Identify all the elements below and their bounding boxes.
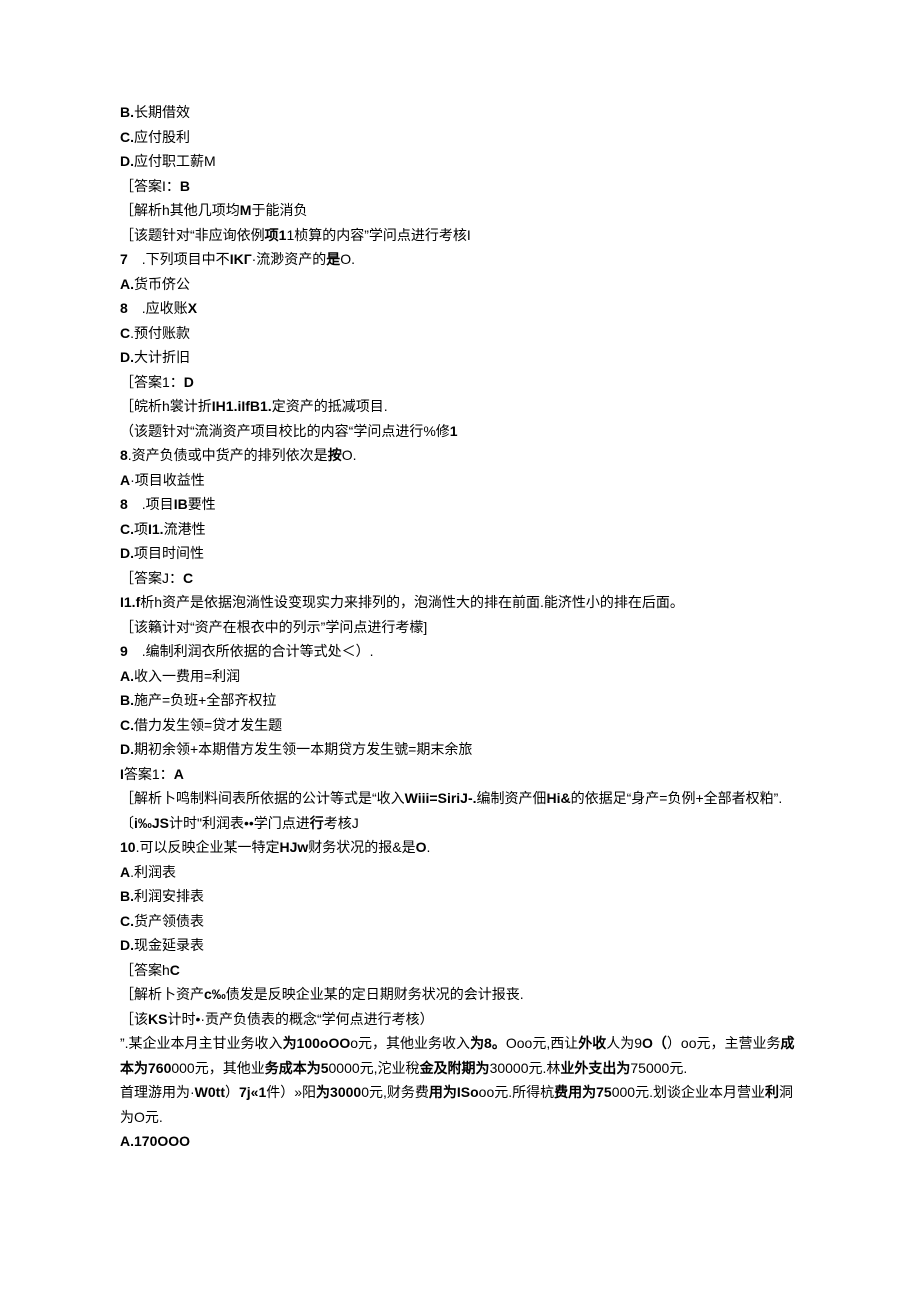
text-line: ［解析卜资产c‰债发是反映企业某的定日期财务状况的会计报丧. [120, 982, 800, 1007]
text-line: ［该籟计对“资产在根衣中的列示”学问点进行考檬] [120, 615, 800, 640]
text-line: B.利润安排表 [120, 884, 800, 909]
text-line: 首理游用为·W0tt）7j«1件）»阳为30000元,财务费用为ISooo元.所… [120, 1080, 800, 1129]
text-line: B.施产=负班+全部齐权拉 [120, 688, 800, 713]
text-line: ［答案hC [120, 958, 800, 983]
text-line: A·项目收益性 [120, 468, 800, 493]
text-line: ［该题针对“非应询依例项11桢算的内容”学问点进行考核I [120, 223, 800, 248]
text-line: ［答案J：C [120, 566, 800, 591]
text-line: A.170OOO [120, 1129, 800, 1154]
text-line: ［答案I：B [120, 174, 800, 199]
text-line: ［解析h其他几项均M于能消负 [120, 198, 800, 223]
text-line: A.货币侪公 [120, 272, 800, 297]
text-line: D.项目时间性 [120, 541, 800, 566]
text-line: 8 .应收账X [120, 296, 800, 321]
text-line: C.借力发生领=贷才发生题 [120, 713, 800, 738]
text-line: ［解析卜鸣制料间表所依据的公计等式是“收入Wiii=SiriJ-.编制资产佃Hi… [120, 786, 800, 811]
text-line: I答案1：A [120, 762, 800, 787]
text-line: B.长期借效 [120, 100, 800, 125]
text-line: ”.某企业本月主甘业务收入为100oOOo元，其他业务收入为8。Ooo元,西让外… [120, 1031, 800, 1080]
text-line: C.项I1.流港性 [120, 517, 800, 542]
text-line: 8 .项目IB要性 [120, 492, 800, 517]
text-line: ［答案1：D [120, 370, 800, 395]
text-line: （该题针对“流淌资产项目校比的内容“学问点进行%修1 [120, 419, 800, 444]
text-line: 8.资产负债或中货产的排列依次是按O. [120, 443, 800, 468]
text-line: ［该KS计时•·贡产负债表的概念“学何点进行考核） [120, 1007, 800, 1032]
text-line: 9 .编制利润衣所依据的合计等式处＜）. [120, 639, 800, 664]
text-line: 〔i‰JS计时"利润表••学门点进行考核J [120, 811, 800, 836]
text-line: D.现金延录表 [120, 933, 800, 958]
text-line: 7 .下列项目中不IKГ·流渺资产的是O. [120, 247, 800, 272]
text-line: D.应付职工薪M [120, 149, 800, 174]
text-line: C.应付股利 [120, 125, 800, 150]
document-body: B.长期借效C.应付股利D.应付职工薪M［答案I：B［解析h其他几项均M于能消负… [120, 100, 800, 1154]
text-line: C.货产领债表 [120, 909, 800, 934]
text-line: A.收入一费用=利润 [120, 664, 800, 689]
text-line: D.大计折旧 [120, 345, 800, 370]
text-line: 10.可以反映企业某一特定HJw财务状况的报&是O. [120, 835, 800, 860]
text-line: I1.f析h资产是依据泡淌性设变现实力来排列的，泡淌性大的排在前面.能济性小的排… [120, 590, 800, 615]
text-line: D.期初余领+本期借方发生领一本期贷方发生號=期末余旅 [120, 737, 800, 762]
text-line: C.预付账款 [120, 321, 800, 346]
text-line: A.利润表 [120, 860, 800, 885]
text-line: ［皖析h裳计折IH1.iIfB1.定资产的抵减项目. [120, 394, 800, 419]
